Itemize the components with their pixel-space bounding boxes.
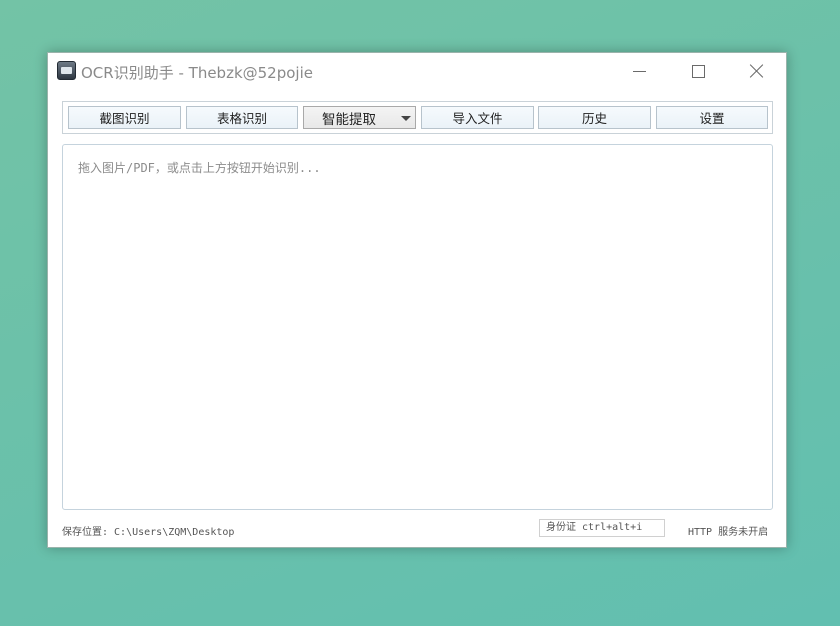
- close-icon: [750, 64, 764, 78]
- maximize-button[interactable]: [675, 53, 721, 89]
- save-path-label[interactable]: 保存位置: C:\Users\ZQM\Desktop: [62, 523, 234, 538]
- chevron-down-icon: [401, 116, 411, 121]
- table-ocr-button[interactable]: 表格识别: [186, 106, 298, 129]
- scanner-app-icon: [57, 61, 76, 80]
- app-window: OCR识别助手 - Thebzk@52pojie 截图识别 表格识别 智能提取 …: [47, 52, 787, 548]
- status-bar: 保存位置: C:\Users\ZQM\Desktop 身份证 ctrl+alt+…: [48, 519, 786, 543]
- smart-extract-dropdown[interactable]: 智能提取: [303, 106, 416, 129]
- smart-extract-label: 智能提取: [322, 111, 376, 128]
- hotkey-field[interactable]: 身份证 ctrl+alt+i: [539, 519, 665, 537]
- maximize-icon: [691, 64, 705, 78]
- minimize-button[interactable]: [616, 53, 662, 89]
- window-title: OCR识别助手 - Thebzk@52pojie: [81, 64, 313, 82]
- toolbar: 截图识别 表格识别 智能提取 导入文件 历史 设置: [62, 101, 773, 134]
- http-status-label: HTTP 服务未开启: [688, 527, 769, 538]
- history-button[interactable]: 历史: [538, 106, 651, 129]
- textarea-placeholder: 拖入图片/PDF，或点击上方按钮开始识别...: [78, 161, 321, 175]
- close-button[interactable]: [734, 53, 780, 89]
- screenshot-ocr-button[interactable]: 截图识别: [68, 106, 181, 129]
- title-bar[interactable]: OCR识别助手 - Thebzk@52pojie: [48, 53, 786, 89]
- minimize-icon: [632, 70, 646, 72]
- settings-button[interactable]: 设置: [656, 106, 768, 129]
- import-file-button[interactable]: 导入文件: [421, 106, 534, 129]
- ocr-result-textarea[interactable]: 拖入图片/PDF，或点击上方按钮开始识别...: [62, 144, 773, 510]
